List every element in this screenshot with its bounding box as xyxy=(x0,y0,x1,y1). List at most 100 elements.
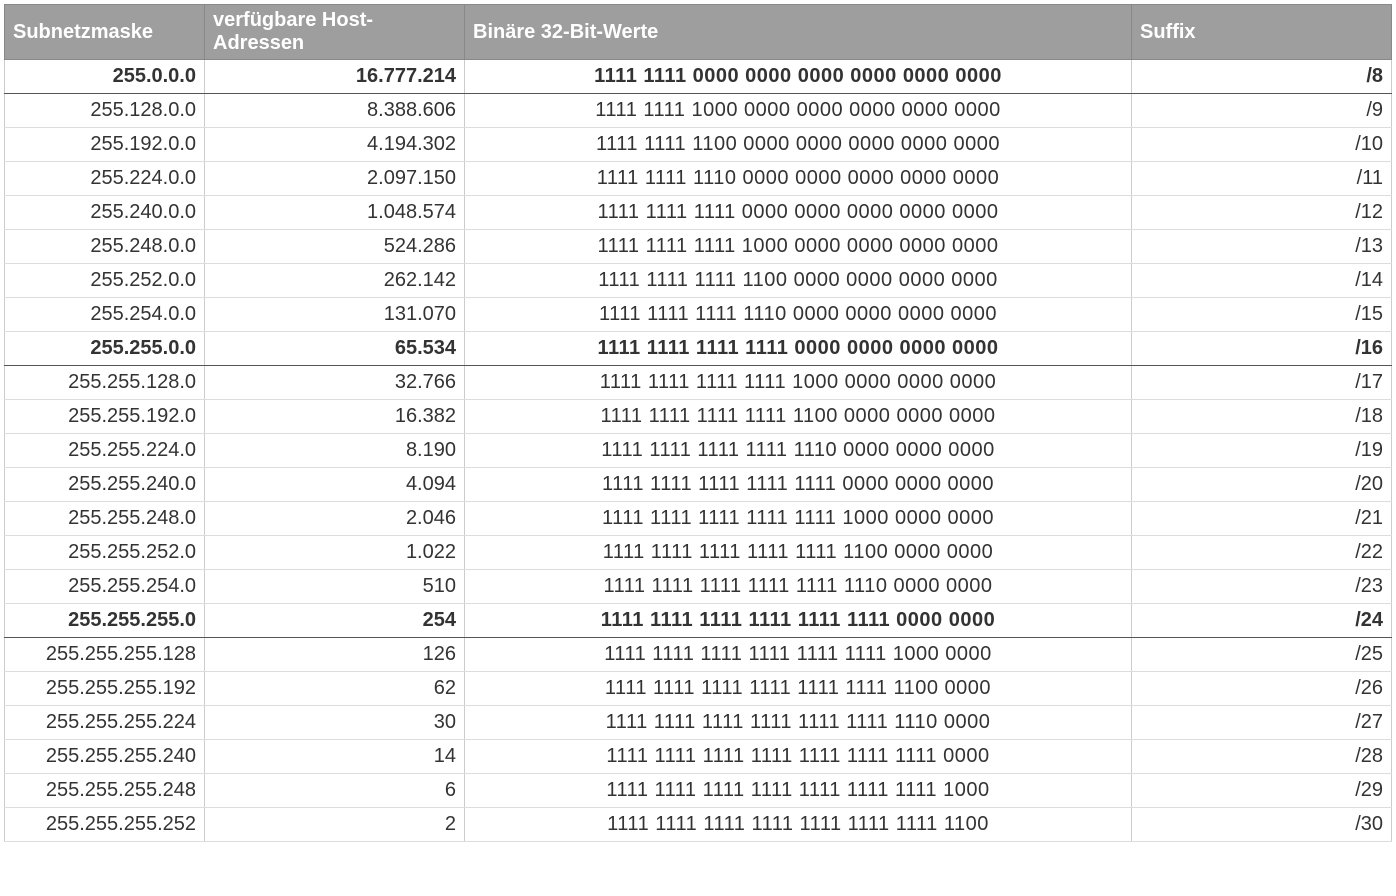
cell-subnet: 255.240.0.0 xyxy=(5,196,205,230)
table-header-row: Subnetzmaske verfügbare Host-Adressen Bi… xyxy=(5,5,1392,60)
cell-hosts: 16.382 xyxy=(205,400,465,434)
cell-suffix: /18 xyxy=(1132,400,1392,434)
cell-binary: 1111 1111 1111 1111 1111 1111 1111 1000 xyxy=(465,774,1132,808)
cell-subnet: 255.255.128.0 xyxy=(5,366,205,400)
table-row: 255.255.255.24861111 1111 1111 1111 1111… xyxy=(5,774,1392,808)
cell-suffix: /21 xyxy=(1132,502,1392,536)
cell-binary: 1111 1111 1111 1111 0000 0000 0000 0000 xyxy=(465,332,1132,366)
header-suffix: Suffix xyxy=(1132,5,1392,60)
cell-hosts: 4.194.302 xyxy=(205,128,465,162)
cell-suffix: /8 xyxy=(1132,60,1392,94)
table-row: 255.255.254.05101111 1111 1111 1111 1111… xyxy=(5,570,1392,604)
cell-hosts: 254 xyxy=(205,604,465,638)
cell-hosts: 30 xyxy=(205,706,465,740)
cell-suffix: /23 xyxy=(1132,570,1392,604)
header-hosts: verfügbare Host-Adressen xyxy=(205,5,465,60)
table-row: 255.255.255.192621111 1111 1111 1111 111… xyxy=(5,672,1392,706)
table-row: 255.255.255.02541111 1111 1111 1111 1111… xyxy=(5,604,1392,638)
cell-hosts: 262.142 xyxy=(205,264,465,298)
table-row: 255.255.224.08.1901111 1111 1111 1111 11… xyxy=(5,434,1392,468)
cell-subnet: 255.128.0.0 xyxy=(5,94,205,128)
table-row: 255.255.192.016.3821111 1111 1111 1111 1… xyxy=(5,400,1392,434)
cell-hosts: 62 xyxy=(205,672,465,706)
cell-binary: 1111 1111 1111 1111 1111 1111 1111 1100 xyxy=(465,808,1132,842)
cell-subnet: 255.248.0.0 xyxy=(5,230,205,264)
cell-suffix: /14 xyxy=(1132,264,1392,298)
cell-hosts: 16.777.214 xyxy=(205,60,465,94)
cell-suffix: /17 xyxy=(1132,366,1392,400)
cell-hosts: 2.097.150 xyxy=(205,162,465,196)
cell-subnet: 255.255.192.0 xyxy=(5,400,205,434)
cell-suffix: /11 xyxy=(1132,162,1392,196)
cell-binary: 1111 1111 1111 1111 1110 0000 0000 0000 xyxy=(465,434,1132,468)
cell-binary: 1111 1111 1111 1111 1111 1000 0000 0000 xyxy=(465,502,1132,536)
cell-suffix: /28 xyxy=(1132,740,1392,774)
cell-subnet: 255.255.248.0 xyxy=(5,502,205,536)
cell-subnet: 255.255.254.0 xyxy=(5,570,205,604)
table-row: 255.255.248.02.0461111 1111 1111 1111 11… xyxy=(5,502,1392,536)
subnet-table: Subnetzmaske verfügbare Host-Adressen Bi… xyxy=(4,4,1392,842)
cell-suffix: /16 xyxy=(1132,332,1392,366)
cell-suffix: /29 xyxy=(1132,774,1392,808)
table-row: 255.255.0.065.5341111 1111 1111 1111 000… xyxy=(5,332,1392,366)
header-subnet: Subnetzmaske xyxy=(5,5,205,60)
cell-subnet: 255.255.255.252 xyxy=(5,808,205,842)
cell-suffix: /20 xyxy=(1132,468,1392,502)
table-row: 255.255.128.032.7661111 1111 1111 1111 1… xyxy=(5,366,1392,400)
cell-binary: 1111 1111 1111 1111 1000 0000 0000 0000 xyxy=(465,366,1132,400)
cell-hosts: 6 xyxy=(205,774,465,808)
cell-binary: 1111 1111 1110 0000 0000 0000 0000 0000 xyxy=(465,162,1132,196)
cell-binary: 1111 1111 1100 0000 0000 0000 0000 0000 xyxy=(465,128,1132,162)
table-row: 255.192.0.04.194.3021111 1111 1100 0000 … xyxy=(5,128,1392,162)
cell-binary: 1111 1111 1000 0000 0000 0000 0000 0000 xyxy=(465,94,1132,128)
cell-binary: 1111 1111 1111 1111 1111 1111 1111 0000 xyxy=(465,740,1132,774)
cell-hosts: 2 xyxy=(205,808,465,842)
cell-subnet: 255.0.0.0 xyxy=(5,60,205,94)
cell-subnet: 255.255.252.0 xyxy=(5,536,205,570)
cell-binary: 1111 1111 0000 0000 0000 0000 0000 0000 xyxy=(465,60,1132,94)
cell-hosts: 2.046 xyxy=(205,502,465,536)
table-row: 255.240.0.01.048.5741111 1111 1111 0000 … xyxy=(5,196,1392,230)
cell-subnet: 255.255.240.0 xyxy=(5,468,205,502)
cell-hosts: 32.766 xyxy=(205,366,465,400)
cell-subnet: 255.255.255.248 xyxy=(5,774,205,808)
table-row: 255.255.255.1281261111 1111 1111 1111 11… xyxy=(5,638,1392,672)
cell-binary: 1111 1111 1111 1111 1111 1111 1100 0000 xyxy=(465,672,1132,706)
cell-suffix: /24 xyxy=(1132,604,1392,638)
cell-subnet: 255.255.255.0 xyxy=(5,604,205,638)
cell-suffix: /22 xyxy=(1132,536,1392,570)
cell-subnet: 255.254.0.0 xyxy=(5,298,205,332)
cell-subnet: 255.252.0.0 xyxy=(5,264,205,298)
cell-suffix: /12 xyxy=(1132,196,1392,230)
cell-hosts: 65.534 xyxy=(205,332,465,366)
table-row: 255.255.255.224301111 1111 1111 1111 111… xyxy=(5,706,1392,740)
cell-binary: 1111 1111 1111 1100 0000 0000 0000 0000 xyxy=(465,264,1132,298)
cell-binary: 1111 1111 1111 1000 0000 0000 0000 0000 xyxy=(465,230,1132,264)
header-binary: Binäre 32-Bit-Werte xyxy=(465,5,1132,60)
table-row: 255.252.0.0262.1421111 1111 1111 1100 00… xyxy=(5,264,1392,298)
cell-hosts: 131.070 xyxy=(205,298,465,332)
table-row: 255.0.0.016.777.2141111 1111 0000 0000 0… xyxy=(5,60,1392,94)
cell-suffix: /26 xyxy=(1132,672,1392,706)
cell-binary: 1111 1111 1111 0000 0000 0000 0000 0000 xyxy=(465,196,1132,230)
cell-suffix: /27 xyxy=(1132,706,1392,740)
cell-suffix: /15 xyxy=(1132,298,1392,332)
cell-hosts: 524.286 xyxy=(205,230,465,264)
cell-subnet: 255.255.0.0 xyxy=(5,332,205,366)
cell-subnet: 255.192.0.0 xyxy=(5,128,205,162)
table-row: 255.255.255.25221111 1111 1111 1111 1111… xyxy=(5,808,1392,842)
cell-suffix: /19 xyxy=(1132,434,1392,468)
cell-binary: 1111 1111 1111 1111 1100 0000 0000 0000 xyxy=(465,400,1132,434)
cell-hosts: 1.022 xyxy=(205,536,465,570)
table-row: 255.255.252.01.0221111 1111 1111 1111 11… xyxy=(5,536,1392,570)
cell-hosts: 1.048.574 xyxy=(205,196,465,230)
cell-hosts: 4.094 xyxy=(205,468,465,502)
cell-hosts: 8.190 xyxy=(205,434,465,468)
cell-suffix: /10 xyxy=(1132,128,1392,162)
cell-binary: 1111 1111 1111 1111 1111 1111 1110 0000 xyxy=(465,706,1132,740)
cell-subnet: 255.255.255.192 xyxy=(5,672,205,706)
cell-hosts: 510 xyxy=(205,570,465,604)
cell-suffix: /13 xyxy=(1132,230,1392,264)
cell-suffix: /25 xyxy=(1132,638,1392,672)
cell-binary: 1111 1111 1111 1110 0000 0000 0000 0000 xyxy=(465,298,1132,332)
